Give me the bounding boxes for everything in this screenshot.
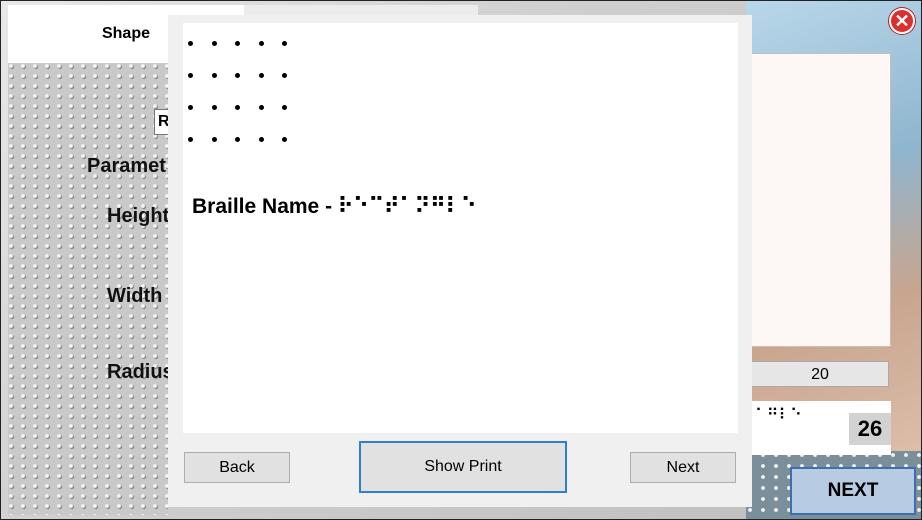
- braille-dot: [188, 137, 193, 142]
- close-icon[interactable]: ✕: [889, 8, 915, 34]
- next-main-button[interactable]: NEXT: [790, 467, 916, 515]
- braille-dot: [282, 137, 287, 142]
- parameters-label: Paramet: [87, 155, 166, 177]
- value-field[interactable]: 20: [751, 361, 889, 387]
- braille-dot: [188, 105, 193, 110]
- main-window: Shape R Paramet Height Width Radius ✕ 20…: [0, 0, 922, 520]
- height-label: Height: [107, 205, 170, 227]
- count-badge: 26: [849, 413, 891, 445]
- braille-dot: [211, 41, 217, 46]
- braille-dot: [235, 41, 240, 46]
- radius-label: Radius: [107, 361, 174, 383]
- braille-name-value: ⠗⠑⠉⠞⠁⠝⠛⠇⠑: [337, 195, 477, 218]
- braille-dot: [258, 105, 264, 110]
- braille-dot: [188, 41, 193, 46]
- braille-dot: [282, 41, 287, 46]
- braille-name-label: Braille Name -: [192, 195, 338, 218]
- braille-dot: [258, 41, 264, 46]
- show-print-button[interactable]: Show Print: [359, 441, 567, 493]
- braille-dot: [211, 137, 217, 142]
- braille-dot: [211, 105, 217, 110]
- next-button[interactable]: Next: [630, 452, 736, 483]
- braille-dot: [235, 137, 240, 142]
- print-preview-dialog: Braille Name - ⠗⠑⠉⠞⠁⠝⠛⠇⠑ Back Show Print…: [168, 15, 752, 507]
- braille-dot: [282, 105, 287, 110]
- braille-dot: [235, 105, 240, 110]
- braille-dot: [235, 73, 240, 78]
- braille-dot: [282, 73, 287, 78]
- braille-dot: [211, 73, 217, 78]
- braille-name: Braille Name - ⠗⠑⠉⠞⠁⠝⠛⠇⠑: [192, 194, 476, 219]
- braille-dot: [188, 73, 193, 78]
- preview-panel: [751, 53, 891, 347]
- braille-dot: [258, 137, 264, 142]
- preview-canvas: Braille Name - ⠗⠑⠉⠞⠁⠝⠛⠇⠑: [183, 23, 738, 433]
- braille-dot: [258, 73, 264, 78]
- back-button[interactable]: Back: [184, 452, 290, 483]
- width-label: Width: [107, 285, 163, 307]
- braille-output-text: ⠁⠛⠇⠑: [755, 407, 802, 424]
